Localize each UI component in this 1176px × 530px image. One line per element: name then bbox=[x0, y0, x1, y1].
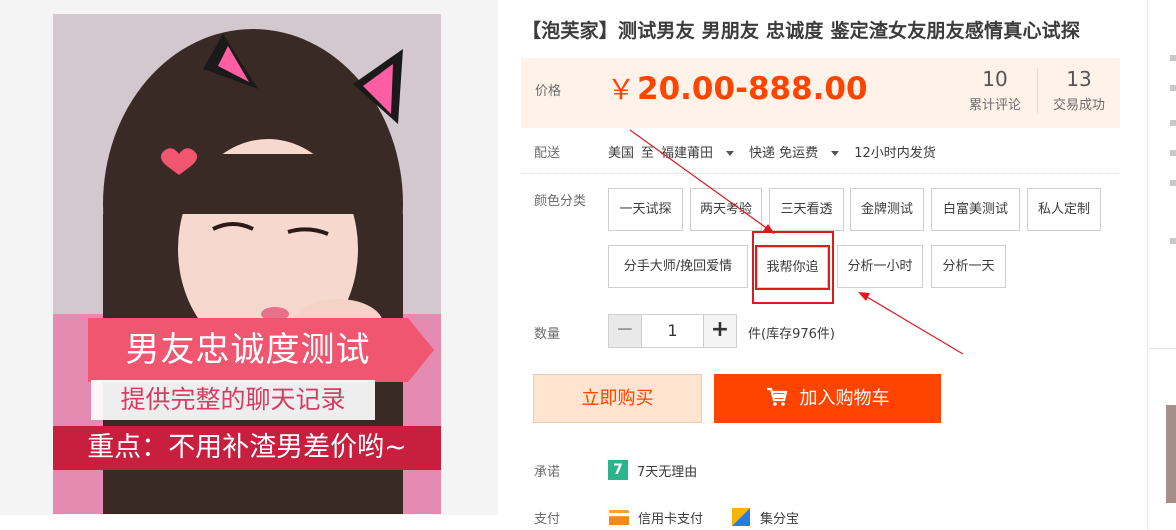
promo-banner-subtitle: 提供完整的聊天记录 bbox=[91, 380, 375, 420]
product-image-panel: 男友忠诚度测试 提供完整的聊天记录 重点：不用补渣男差价哟~ bbox=[0, 0, 498, 515]
stat-reviews-count: 10 bbox=[982, 67, 1008, 91]
product-title: 【泡芙家】测试男友 男朋友 忠诚度 鉴定渣女友朋友感情真心试探 bbox=[522, 20, 1081, 42]
promise-label: 承诺 bbox=[534, 465, 561, 480]
stat-reviews-label: 累计评论 bbox=[968, 98, 1021, 113]
credit-card-icon bbox=[609, 510, 629, 525]
shipping-destination: 福建莆田 bbox=[661, 146, 714, 161]
promo-banner-note: 重点：不用补渣男差价哟~ bbox=[53, 426, 441, 470]
sidebar-mark bbox=[1170, 180, 1176, 186]
sidebar-mark bbox=[1170, 150, 1176, 156]
price-label: 价格 bbox=[535, 84, 562, 99]
seven-day-icon: 7 bbox=[608, 460, 628, 480]
payment-label: 支付 bbox=[534, 512, 561, 527]
option-item[interactable]: 分析一小时 bbox=[837, 245, 923, 288]
shipping-row: 美国至福建莆田 快递 免运费 12小时内发货 bbox=[608, 142, 943, 161]
shipping-method: 快递 免运费 bbox=[749, 146, 819, 161]
chevron-down-icon bbox=[726, 151, 735, 156]
shipping-time: 12小时内发货 bbox=[854, 146, 936, 161]
sidebar-mark bbox=[1170, 120, 1176, 126]
promise-text[interactable]: 7天无理由 bbox=[637, 461, 697, 480]
shipping-origin: 美国 bbox=[608, 146, 635, 161]
quantity-increase-button[interactable]: + bbox=[703, 314, 737, 348]
option-item[interactable]: 一天试探 bbox=[608, 188, 683, 231]
chevron-down-icon bbox=[831, 151, 840, 156]
currency-symbol: ￥ bbox=[607, 73, 636, 106]
sidebar-mark bbox=[1170, 55, 1176, 61]
options-label: 颜色分类 bbox=[534, 194, 587, 209]
cart-icon bbox=[766, 387, 787, 406]
sidebar-thumbnail[interactable] bbox=[1166, 405, 1176, 503]
option-item[interactable]: 分析一天 bbox=[931, 245, 1006, 288]
add-to-cart-button[interactable]: 加入购物车 bbox=[714, 374, 941, 423]
stock-info: 件(库存976件) bbox=[748, 327, 835, 342]
option-item[interactable]: 私人定制 bbox=[1027, 188, 1101, 231]
stat-sales-count: 13 bbox=[1066, 67, 1092, 91]
payment-method-jifenbao[interactable]: 集分宝 bbox=[760, 508, 799, 527]
shipping-method-select[interactable]: 快递 免运费 bbox=[749, 146, 847, 161]
add-to-cart-label: 加入购物车 bbox=[799, 388, 890, 409]
annotation-highlight-inner bbox=[755, 245, 830, 290]
stat-reviews[interactable]: 10 累计评论 bbox=[955, 68, 1035, 113]
shipping-to: 至 bbox=[641, 146, 655, 161]
quantity-decrease-button[interactable]: − bbox=[608, 314, 642, 348]
shipping-label: 配送 bbox=[534, 146, 561, 161]
product-page: 男友忠诚度测试 提供完整的聊天记录 重点：不用补渣男差价哟~ 【泡芙家】测试男友… bbox=[0, 0, 1176, 530]
price-panel: 价格 ￥20.00-888.00 10 累计评论 13 交易成功 bbox=[521, 58, 1120, 128]
option-item[interactable]: 两天考验 bbox=[690, 188, 762, 231]
payment-method-credit-card[interactable]: 信用卡支付 bbox=[638, 508, 703, 527]
stat-sales-label: 交易成功 bbox=[1052, 98, 1105, 113]
sidebar-mark bbox=[1170, 85, 1176, 91]
promo-banner-title: 男友忠诚度测试 bbox=[88, 318, 434, 382]
sidebar-divider bbox=[1149, 348, 1176, 349]
option-item[interactable]: 金牌测试 bbox=[850, 188, 924, 231]
option-item[interactable]: 分手大师/挽回爱情 bbox=[608, 245, 748, 288]
stat-sales: 13 交易成功 bbox=[1037, 68, 1120, 113]
quantity-input[interactable]: 1 bbox=[641, 314, 704, 348]
divider bbox=[521, 173, 1120, 174]
shipping-destination-select[interactable]: 福建莆田 bbox=[661, 146, 742, 161]
option-item[interactable]: 白富美测试 bbox=[931, 188, 1020, 231]
option-item[interactable]: 三天看透 bbox=[769, 188, 844, 231]
product-main-image[interactable]: 男友忠诚度测试 提供完整的聊天记录 重点：不用补渣男差价哟~ bbox=[53, 14, 441, 514]
buy-now-button[interactable]: 立即购买 bbox=[533, 374, 702, 423]
price-value: ￥20.00-888.00 bbox=[607, 68, 868, 108]
price-range: 20.00-888.00 bbox=[637, 71, 868, 107]
sidebar-mark bbox=[1170, 238, 1176, 244]
quantity-label: 数量 bbox=[534, 327, 561, 342]
jifenbao-icon bbox=[732, 508, 750, 526]
